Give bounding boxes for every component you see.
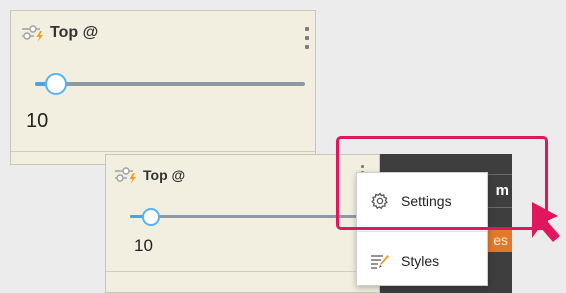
parameter-widget-main: Top @ 10 — [10, 10, 316, 165]
widget-title: Top @ — [143, 167, 186, 183]
widget-title: Top @ — [50, 24, 99, 41]
widget-divider — [106, 271, 379, 272]
parameter-icon — [114, 165, 138, 185]
widget-divider — [11, 151, 315, 152]
slider-thumb[interactable] — [142, 208, 160, 226]
slider-track[interactable] — [35, 82, 305, 86]
menu-item-label: Styles — [401, 253, 440, 269]
widget-header: Top @ — [114, 165, 185, 185]
menu-separator — [357, 231, 487, 232]
styles-icon — [369, 252, 391, 270]
more-options-icon[interactable] — [305, 27, 309, 49]
slider-value: 10 — [26, 110, 49, 132]
widget-header: Top @ — [21, 23, 98, 43]
slider-value: 10 — [134, 236, 153, 255]
menu-item-styles[interactable]: Styles — [357, 243, 487, 279]
pointer-arrow-icon — [520, 196, 566, 248]
highlight-box — [336, 136, 548, 230]
slider-thumb[interactable] — [45, 73, 67, 95]
parameter-icon — [21, 23, 45, 43]
